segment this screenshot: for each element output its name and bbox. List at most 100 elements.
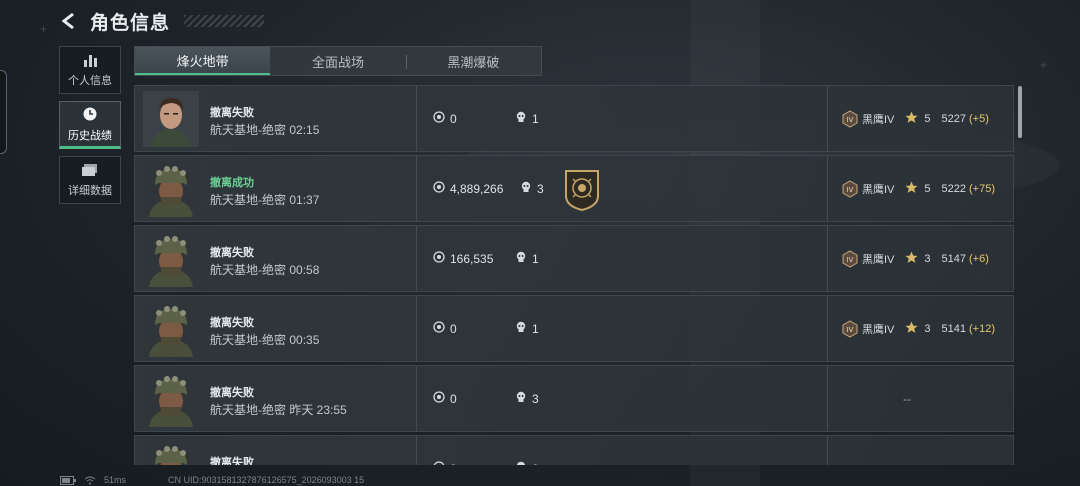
history-row[interactable]: 撤离失败 航天基地-绝密 昨天 23:55 0 3 -- (134, 365, 1014, 432)
sidenav-label: 详细数据 (68, 184, 112, 197)
operator-avatar (143, 91, 199, 147)
match-time: 00:58 (289, 263, 320, 277)
operator-avatar (143, 441, 199, 465)
kills-value: 1 (532, 111, 539, 126)
extraction-status: 撤离失败 (210, 317, 254, 329)
kills-value: 0 (532, 462, 539, 466)
column-divider (827, 296, 828, 361)
star-icon (905, 321, 918, 337)
match-time: 01:37 (289, 193, 320, 207)
rank-emblem-icon: IV (841, 110, 859, 128)
history-row[interactable]: 撤离失败航天基地-绝密 00:35 0 1 IV 黑鹰IV 3 5141 (+12) (134, 295, 1014, 362)
rank-score: 5141 (941, 323, 967, 335)
extraction-badge-icon (563, 168, 601, 212)
money-value: 0 (450, 391, 457, 406)
title-decoration (184, 15, 265, 27)
bar-chart-icon (84, 54, 97, 67)
operator-avatar (143, 231, 199, 287)
skull-icon (515, 251, 527, 266)
money-value: 0 (450, 462, 457, 466)
star-icon (905, 181, 918, 197)
svg-text:IV: IV (847, 116, 854, 124)
column-divider (827, 366, 828, 431)
rank-delta: (+75) (969, 183, 996, 195)
star-icon (905, 111, 918, 127)
list-scrollbar[interactable] (1018, 86, 1022, 138)
stack-icon (82, 163, 97, 176)
operator-avatar (143, 301, 199, 357)
money-value: 4,889,266 (450, 181, 504, 196)
history-row[interactable]: 撤离失败 0 0 (134, 435, 1014, 465)
map-and-time: 航天基地-绝密 昨天 23:55 (210, 401, 347, 418)
rank-label: 黑鹰IV (862, 324, 895, 336)
extraction-status: 撤离成功 (210, 177, 254, 189)
skull-icon (515, 391, 527, 406)
back-arrow-icon (61, 12, 74, 30)
money-icon (433, 461, 445, 465)
mode-tabs: 烽火地带 全面战场 黑潮爆破 (134, 46, 542, 76)
rank-emblem-icon: IV (841, 320, 859, 338)
ping-value: 51ms (104, 475, 127, 485)
money-stat: 0 (433, 321, 457, 336)
kills-value: 1 (532, 321, 539, 336)
kills-stat: 1 (515, 111, 539, 126)
money-icon (433, 321, 445, 336)
kills-value: 3 (532, 391, 539, 406)
extraction-status: 撤离失败 (210, 457, 254, 465)
money-stat: 0 (433, 391, 457, 406)
history-row[interactable]: 撤离失败 航天基地-绝密 00:58 166,535 1 IV 黑鹰IV 3 5147 (+6) (134, 225, 1014, 292)
extraction-status: 撤离失败 (210, 247, 254, 259)
tab-fenghuo[interactable]: 烽火地带 (135, 47, 271, 75)
kills-stat: 1 (515, 321, 539, 336)
money-stat: 0 (433, 111, 457, 126)
map-name: 航天基地-绝密 (210, 403, 286, 417)
rank-label: 黑鹰IV (862, 254, 895, 266)
star-count: 5 (924, 113, 931, 125)
back-button[interactable] (58, 10, 80, 32)
skull-icon (515, 461, 527, 465)
column-divider (416, 296, 417, 361)
column-divider (827, 86, 828, 151)
rank-score: 5227 (941, 113, 967, 125)
money-icon (433, 181, 445, 196)
page-title: 角色信息 (90, 12, 171, 34)
rank-delta: (+12) (969, 323, 996, 335)
kills-value: 1 (532, 251, 539, 266)
skull-icon (515, 321, 527, 336)
rank-delta: (+5) (969, 113, 989, 125)
sidenav-personal-info[interactable]: 个人信息 (59, 46, 121, 94)
kills-stat: 3 (515, 391, 539, 406)
column-divider (827, 436, 828, 465)
rank-label: 黑鹰IV (862, 184, 895, 196)
kills-value: 3 (537, 181, 544, 196)
money-stat: 4,889,266 (433, 181, 503, 196)
star-count: 3 (924, 323, 931, 335)
column-divider (416, 156, 417, 221)
rank-label: 黑鹰IV (862, 114, 895, 126)
sidenav-history[interactable]: 历史战绩 (59, 101, 121, 149)
rank-score: 5147 (941, 253, 967, 265)
tab-battlefield[interactable]: 全面战场 (270, 47, 405, 75)
extraction-status: 撤离失败 (210, 107, 254, 119)
column-divider (416, 436, 417, 465)
map-and-time: 航天基地-绝密 00:35 (210, 331, 319, 348)
battery-icon (60, 475, 76, 485)
money-icon (433, 111, 445, 126)
column-divider (827, 226, 828, 291)
edge-handle[interactable] (0, 70, 7, 154)
kills-stat: 3 (520, 181, 544, 196)
sidenav-detail-data[interactable]: 详细数据 (59, 156, 121, 204)
star-icon (905, 251, 918, 267)
tab-blackwave[interactable]: 黑潮爆破 (405, 47, 541, 75)
rank-score: 5222 (941, 183, 967, 195)
map-name: 航天基地-绝密 (210, 123, 286, 137)
history-row[interactable]: 撤离失败 航天基地-绝密 02:15 0 1 IV 黑鹰IV 5 5227 (+5) (134, 85, 1014, 152)
money-value: 0 (450, 111, 457, 126)
rank-info: IV 黑鹰IV 3 5141 (+12) (841, 320, 995, 338)
history-row[interactable]: 撤离成功 航天基地-绝密 01:37 4,889,266 3 IV 黑鹰IV 5 5222 (+… (134, 155, 1014, 222)
kills-stat: 0 (515, 461, 539, 465)
column-divider (416, 86, 417, 151)
rank-delta: (+6) (969, 253, 989, 265)
column-divider (827, 156, 828, 221)
svg-text:IV: IV (847, 326, 854, 334)
